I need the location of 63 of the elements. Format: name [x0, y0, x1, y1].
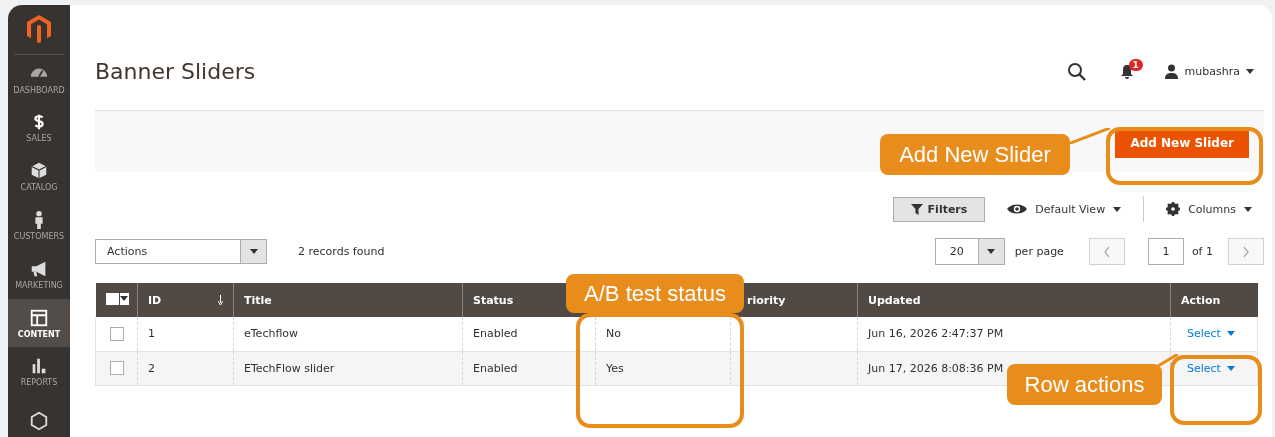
table-cell: Enabled	[473, 327, 518, 341]
page-field[interactable]: 1	[1147, 238, 1184, 265]
column-header[interactable]: Action	[1181, 293, 1221, 307]
per-page-dropdown[interactable]: 20	[934, 238, 1005, 265]
chevron-left-icon	[1103, 246, 1110, 257]
callout-label: A/B test status	[566, 274, 744, 313]
caret-icon	[1244, 206, 1252, 212]
table-cell: Jun 17, 2026 8:08:36 PM	[868, 361, 1004, 375]
logo-icon[interactable]	[27, 15, 51, 44]
column-header[interactable]: riority	[747, 293, 786, 307]
column-header[interactable]: ID	[148, 293, 162, 307]
sidebar-item[interactable]: MARKETING	[8, 249, 70, 299]
table-cell: 1	[148, 327, 155, 341]
notification-badge: 1	[1128, 59, 1143, 71]
sidebar-item[interactable]: CATALOG	[8, 152, 70, 202]
default-view-menu[interactable]: Default View	[1035, 202, 1106, 216]
search-icon[interactable]	[1067, 62, 1086, 81]
table-cell: 2	[148, 361, 155, 375]
column-header[interactable]: Status	[473, 293, 514, 307]
table-cell: Yes	[606, 361, 624, 375]
table-cell: Enabled	[473, 361, 518, 375]
hexagon-icon	[29, 410, 49, 431]
sort-arrow-icon	[218, 295, 223, 305]
bell-icon[interactable]	[1119, 64, 1134, 79]
records-count: 2 records found	[298, 245, 385, 258]
caret-icon	[1113, 206, 1122, 212]
funnel-icon	[910, 203, 923, 215]
caret-icon	[120, 296, 128, 301]
table-cell: ETechFlow slider	[244, 361, 335, 375]
leader-line	[1068, 128, 1110, 144]
page-count: of 1	[1191, 245, 1213, 258]
user-icon	[1163, 64, 1179, 79]
sidebar-item[interactable]: REPORTS	[8, 347, 70, 397]
table-cell: Jun 16, 2026 2:47:37 PM	[868, 327, 1004, 341]
actions-dropdown[interactable]: Actions	[95, 239, 267, 264]
page-title: Banner Sliders	[95, 59, 256, 84]
leader-line	[1158, 354, 1178, 366]
gear-icon	[1166, 202, 1181, 216]
column-header[interactable]: Title	[244, 293, 272, 307]
chevron-right-icon	[1243, 246, 1249, 257]
layout-icon	[29, 307, 49, 328]
sidebar-item[interactable]: CUSTOMERS	[8, 201, 70, 250]
sidebar-item[interactable]: SALES	[8, 103, 70, 153]
table-cell: No	[606, 327, 621, 341]
caret-icon	[987, 249, 996, 254]
caret-icon	[1226, 331, 1235, 337]
caret-icon	[1226, 365, 1235, 371]
user-menu[interactable]: mubashra	[1184, 65, 1240, 78]
columns-menu[interactable]: Columns	[1188, 202, 1236, 216]
row-checkbox[interactable]	[110, 361, 124, 375]
table-cell: eTechflow	[244, 327, 299, 341]
caret-icon	[249, 249, 258, 254]
filters-button[interactable]: Filters	[892, 196, 986, 222]
callout-label: Add New Slider	[880, 134, 1070, 175]
row-checkbox[interactable]	[110, 326, 124, 341]
column-header[interactable]: Updated	[868, 293, 921, 307]
sidebar-item[interactable]: CONTENT	[8, 298, 70, 348]
eye-icon	[1007, 203, 1028, 215]
mass-select-checkbox[interactable]	[105, 292, 129, 305]
sidebar-item[interactable]: DASHBOARD	[8, 54, 70, 104]
caret-icon	[1246, 69, 1254, 74]
per-page-label: per page	[1014, 245, 1064, 258]
callout-label: Row actions	[1007, 364, 1162, 405]
